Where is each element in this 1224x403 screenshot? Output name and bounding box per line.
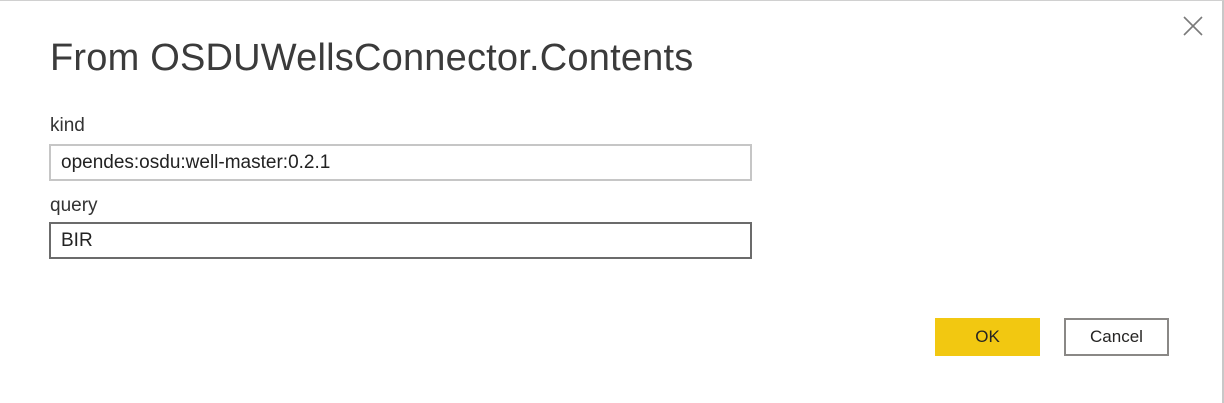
cancel-button[interactable]: Cancel	[1064, 318, 1169, 356]
query-label: query	[50, 195, 98, 216]
close-icon	[1183, 16, 1203, 36]
kind-label: kind	[50, 115, 85, 136]
kind-input[interactable]	[49, 144, 752, 181]
dialog: From OSDUWellsConnector.Contents kind qu…	[0, 0, 1224, 403]
close-button[interactable]	[1178, 11, 1208, 41]
query-input[interactable]	[49, 222, 752, 259]
dialog-title: From OSDUWellsConnector.Contents	[50, 37, 694, 79]
ok-button[interactable]: OK	[935, 318, 1040, 356]
